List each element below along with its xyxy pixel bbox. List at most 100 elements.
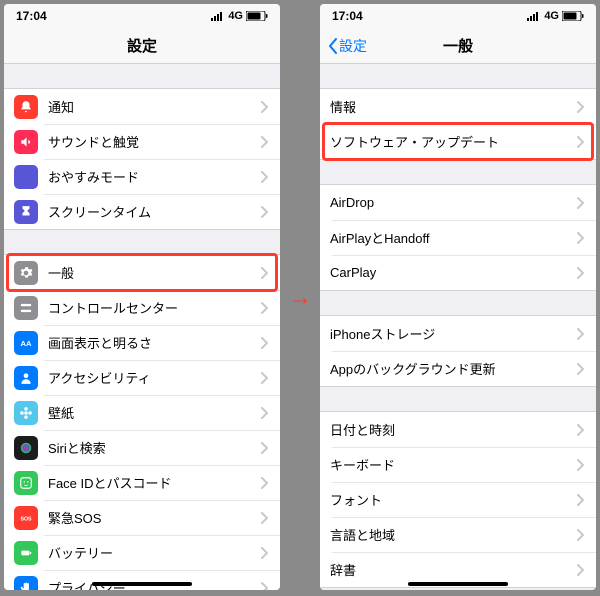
row-carplay[interactable]: CarPlay <box>320 255 596 290</box>
row-control-center[interactable]: コントロールセンター <box>4 290 280 325</box>
row-label: 緊急SOS <box>48 508 260 527</box>
row-display[interactable]: AA画面表示と明るさ <box>4 325 280 360</box>
row-label: iPhoneストレージ <box>330 324 576 343</box>
row-label: ソフトウェア・アップデート <box>330 132 576 151</box>
face-icon <box>14 471 38 495</box>
row-label: フォント <box>330 490 576 509</box>
page-title: 設定 <box>127 35 157 56</box>
row-iphone-storage[interactable]: iPhoneストレージ <box>320 316 596 351</box>
chevron-right-icon <box>576 267 584 279</box>
row-wallpaper[interactable]: 壁紙 <box>4 395 280 430</box>
chevron-right-icon <box>576 459 584 471</box>
row-label: AirDrop <box>330 195 576 210</box>
hand-icon <box>14 576 38 591</box>
nav-bar: 設定 <box>4 28 280 64</box>
row-label: 言語と地域 <box>330 525 576 544</box>
chevron-right-icon <box>260 302 268 314</box>
status-bar: 17:04 4G <box>320 4 596 28</box>
list-group: 日付と時刻キーボードフォント言語と地域辞書 <box>320 411 596 588</box>
row-label: 壁紙 <box>48 403 260 422</box>
row-label: サウンドと触覚 <box>48 132 260 151</box>
back-label: 設定 <box>339 36 367 56</box>
row-general[interactable]: 一般 <box>4 255 280 290</box>
status-indicators: 4G <box>527 10 584 22</box>
home-indicator[interactable] <box>92 582 192 586</box>
chevron-right-icon <box>260 547 268 559</box>
home-indicator[interactable] <box>408 582 508 586</box>
row-label: Appのバックグラウンド更新 <box>330 359 576 378</box>
row-notifications[interactable]: 通知 <box>4 89 280 124</box>
row-battery[interactable]: バッテリー <box>4 535 280 570</box>
chevron-right-icon <box>576 136 584 148</box>
chevron-right-icon <box>260 442 268 454</box>
row-sounds[interactable]: サウンドと触覚 <box>4 124 280 159</box>
list-group: 一般コントロールセンターAA画面表示と明るさアクセシビリティ壁紙 Siriと検索 F… <box>4 254 280 590</box>
switches-icon <box>14 296 38 320</box>
chevron-right-icon <box>260 206 268 218</box>
general-list[interactable]: 情報ソフトウェア・アップデート AirDrop AirPlayとHandoff Car… <box>320 64 596 590</box>
row-label: アクセシビリティ <box>48 368 260 387</box>
battery-icon <box>562 11 584 21</box>
row-accessibility[interactable]: アクセシビリティ <box>4 360 280 395</box>
row-faceid[interactable]: Face IDとパスコード <box>4 465 280 500</box>
chevron-right-icon <box>260 101 268 113</box>
chevron-right-icon <box>576 232 584 244</box>
chevron-right-icon <box>260 477 268 489</box>
row-siri[interactable]: Siriと検索 <box>4 430 280 465</box>
settings-list[interactable]: 通知サウンドと触覚おやすみモードスクリーンタイム一般コントロールセンターAA画面… <box>4 64 280 590</box>
flow-arrow: → <box>284 284 316 312</box>
list-group: 情報ソフトウェア・アップデート <box>320 88 596 160</box>
status-time: 17:04 <box>332 9 363 23</box>
person-icon <box>14 366 38 390</box>
row-label: 辞書 <box>330 560 576 579</box>
signal-icon <box>211 11 225 21</box>
row-sos[interactable]: SOS 緊急SOS <box>4 500 280 535</box>
row-label: 一般 <box>48 263 260 282</box>
row-airdrop[interactable]: AirDrop <box>320 185 596 220</box>
chevron-left-icon <box>328 38 338 54</box>
battery-icon <box>14 541 38 565</box>
chevron-right-icon <box>576 529 584 541</box>
row-airplay[interactable]: AirPlayとHandoff <box>320 220 596 255</box>
row-keyboard[interactable]: キーボード <box>320 447 596 482</box>
page-title: 一般 <box>443 35 473 56</box>
row-label: 通知 <box>48 97 260 116</box>
status-indicators: 4G <box>211 10 268 22</box>
row-dnd[interactable]: おやすみモード <box>4 159 280 194</box>
chevron-right-icon <box>260 407 268 419</box>
sos-icon: SOS <box>14 506 38 530</box>
back-button[interactable]: 設定 <box>328 36 367 56</box>
row-label: Face IDとパスコード <box>48 473 260 492</box>
row-fonts[interactable]: フォント <box>320 482 596 517</box>
row-label: スクリーンタイム <box>48 202 260 221</box>
bell-icon <box>14 95 38 119</box>
row-about[interactable]: 情報 <box>320 89 596 124</box>
hourglass-icon <box>14 200 38 224</box>
chevron-right-icon <box>260 512 268 524</box>
chevron-right-icon <box>576 197 584 209</box>
row-label: Siriと検索 <box>48 438 260 457</box>
row-bg-refresh[interactable]: Appのバックグラウンド更新 <box>320 351 596 386</box>
moon-icon <box>14 165 38 189</box>
speaker-icon <box>14 130 38 154</box>
row-datetime[interactable]: 日付と時刻 <box>320 412 596 447</box>
network-label: 4G <box>544 10 559 22</box>
chevron-right-icon <box>260 337 268 349</box>
status-time: 17:04 <box>16 9 47 23</box>
list-group: 通知サウンドと触覚おやすみモードスクリーンタイム <box>4 88 280 230</box>
chevron-right-icon <box>576 564 584 576</box>
flower-icon <box>14 401 38 425</box>
chevron-right-icon <box>260 136 268 148</box>
row-label: AirPlayとHandoff <box>330 228 576 247</box>
chevron-right-icon <box>260 582 268 591</box>
row-label: CarPlay <box>330 265 576 280</box>
row-language[interactable]: 言語と地域 <box>320 517 596 552</box>
chevron-right-icon <box>576 424 584 436</box>
row-software-update[interactable]: ソフトウェア・アップデート <box>320 124 596 159</box>
row-privacy[interactable]: プライバシー <box>4 570 280 590</box>
aa-icon: AA <box>14 331 38 355</box>
gear-icon <box>14 261 38 285</box>
chevron-right-icon <box>576 328 584 340</box>
row-screentime[interactable]: スクリーンタイム <box>4 194 280 229</box>
siri-icon <box>14 436 38 460</box>
